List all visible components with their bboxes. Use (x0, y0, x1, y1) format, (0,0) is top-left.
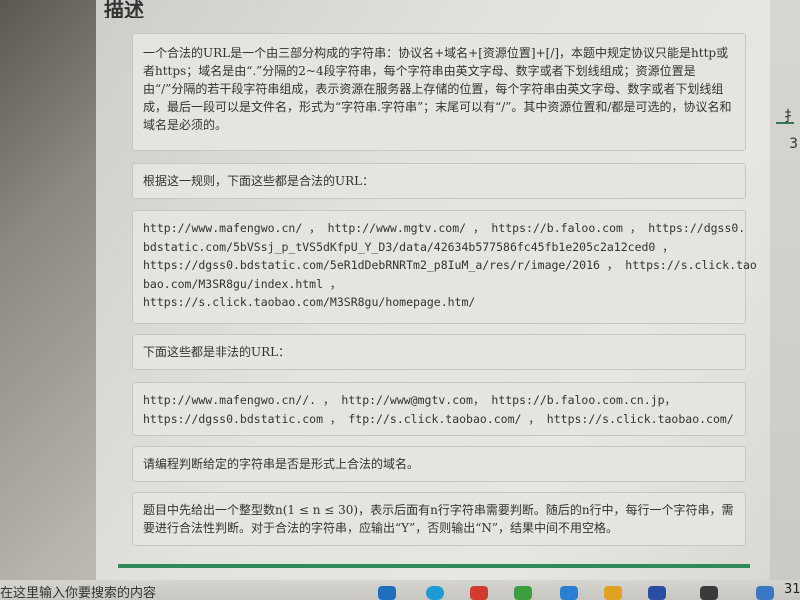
legal-url-line: https://dgss0.bdstatic.com/5eR1dDebRNRTm… (143, 258, 757, 272)
task-text: 请编程判断给定的字符串是否是形式上合法的域名。 (143, 457, 420, 471)
section-heading: 描述 (104, 0, 144, 18)
illegal-intro-text: 下面这些都是非法的URL： (143, 345, 291, 359)
app-icon-yellow[interactable] (604, 586, 622, 600)
adjacent-window-strip: 扌 3 (770, 0, 800, 600)
right-edge-glyph-2: 3 (789, 136, 798, 152)
legal-url-line: https://s.click.taobao.com/M3SR8gu/homep… (143, 295, 476, 309)
app-icon-green[interactable] (514, 586, 532, 600)
input-spec-box: 题目中先给出一个整型数n(1 ≤ n ≤ 30)，表示后面有n行字符串需要判断。… (132, 492, 746, 546)
bottom-accent-bar (118, 564, 750, 568)
input-spec-text: 题目中先给出一个整型数n(1 ≤ n ≤ 30)，表示后面有n行字符串需要判断。… (143, 503, 734, 535)
illegal-urls-box: http://www.mafengwo.cn//. ， http://www@m… (132, 382, 746, 436)
description-box: 一个合法的URL是一个由三部分构成的字符串：协议名+域名+[资源位置]+[/]，… (132, 33, 746, 151)
legal-urls-box: http://www.mafengwo.cn/ ， http://www.mgt… (132, 210, 757, 324)
legal-intro-text: 根据这一规则，下面这些都是合法的URL： (143, 174, 375, 188)
legal-intro-box: 根据这一规则，下面这些都是合法的URL： (132, 163, 746, 199)
app-icon-red[interactable] (470, 586, 488, 600)
legal-url-line: bdstatic.com/5bVSsj_p_tVS5dKfpU_Y_D3/dat… (143, 239, 674, 254)
app-icon-navy[interactable] (648, 586, 666, 600)
taskbar-search-input[interactable]: 在这里输入你要搜索的内容 (0, 582, 240, 600)
app-icon-blue[interactable] (560, 586, 578, 600)
tray-icon[interactable] (756, 586, 774, 600)
edge-browser-icon[interactable] (426, 586, 444, 600)
app-icon-dark[interactable] (700, 586, 718, 600)
clock-fragment: 31 (784, 582, 800, 597)
task-box: 请编程判断给定的字符串是否是形式上合法的域名。 (132, 446, 746, 482)
illegal-url-line: http://www.mafengwo.cn//. ， http://www@m… (143, 393, 676, 407)
file-explorer-icon[interactable] (378, 586, 396, 600)
legal-url-line: bao.com/M3SR8gu/index.html ， (143, 276, 342, 291)
legal-url-line: http://www.mafengwo.cn/ ， http://www.mgt… (143, 221, 746, 235)
illegal-intro-box: 下面这些都是非法的URL： (132, 334, 746, 370)
illegal-url-line: https://dgss0.bdstatic.com ， ftp://s.cli… (143, 411, 734, 426)
description-text: 一个合法的URL是一个由三部分构成的字符串：协议名+域名+[资源位置]+[/]，… (143, 46, 732, 132)
right-edge-glyph-1: 扌 (784, 109, 798, 125)
